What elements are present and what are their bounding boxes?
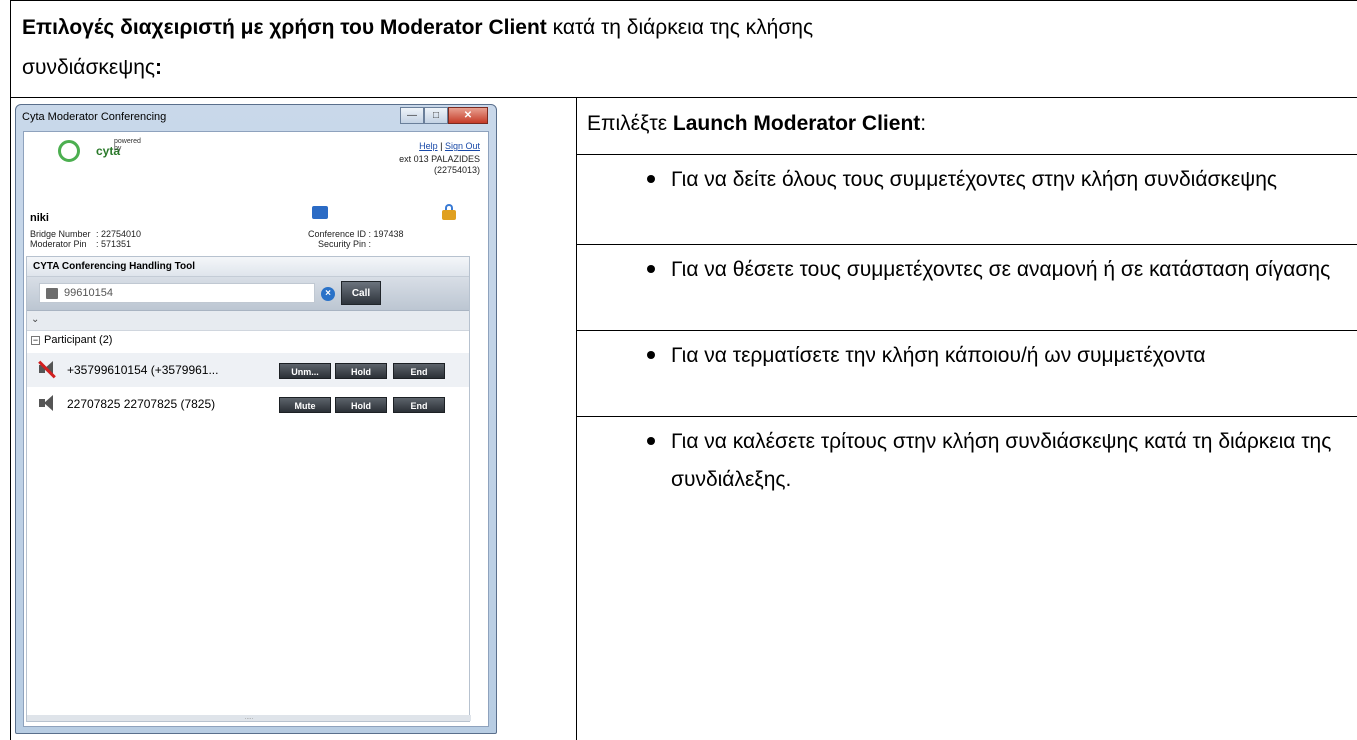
intro-row: Επιλέξτε Launch Moderator Client: (577, 98, 1357, 155)
group-label: Participant (2) (44, 334, 113, 346)
end-button[interactable]: End (393, 397, 445, 413)
header-text: κατά τη διάρκεια της κλήσης (546, 16, 814, 39)
hold-button[interactable]: Hold (335, 397, 387, 413)
chevron-down-icon[interactable]: ⌄ (31, 314, 39, 325)
bullet-dot (647, 265, 655, 273)
end-button[interactable]: End (393, 363, 445, 379)
participant-group[interactable]: − Participant (2) (27, 331, 469, 353)
bullet-item: Για να δείτε όλους τους συμμετέχοντες στ… (577, 155, 1357, 245)
close-button[interactable]: ✕ (448, 107, 488, 124)
window-title: Cyta Moderator Conferencing (22, 111, 167, 123)
moderator-window: Cyta Moderator Conferencing — □ ✕ powere… (15, 104, 497, 734)
bridge-label: Bridge Number (30, 229, 91, 239)
cyta-logo: powered by cyta (58, 138, 141, 162)
window-controls: — □ ✕ (400, 107, 488, 124)
participant-row: 22707825 22707825 (7825) Mute Hold End (27, 387, 469, 421)
chat-icon[interactable] (312, 206, 328, 219)
dial-bar: 99610154 × Call (27, 277, 469, 311)
handling-tool-panel: CYTA Conferencing Handling Tool 99610154… (26, 256, 471, 722)
bullet-item: Για να τερματίσετε την κλήση κάποιου/ή ω… (577, 331, 1357, 417)
bridge-info: Bridge Number : 22754010 Moderator Pin : 5… (30, 229, 141, 249)
collapse-icon[interactable]: − (31, 336, 40, 345)
dial-input[interactable]: 99610154 (39, 283, 315, 303)
header-colon: : (155, 56, 163, 79)
header-text-line2: συνδιάσκεψης (22, 56, 156, 79)
bullet-dot (647, 351, 655, 359)
bullet-text: Για να θέσετε τους συμμετέχοντες σε αναμ… (671, 258, 1331, 281)
window-body: powered by cyta Help | Sign Out ext 013 … (23, 131, 489, 727)
extension-info: ext 013 PALAZIDES (22754013) (399, 154, 480, 176)
bullet-text: Για να καλέσετε τρίτους στην κλήση συνδι… (671, 430, 1332, 491)
intro-prefix: Επιλέξτε (587, 112, 673, 135)
collapse-toggle[interactable]: ⌄ (27, 311, 469, 331)
intro-bold: Launch Moderator Client (672, 112, 921, 135)
help-link[interactable]: Help (419, 141, 438, 151)
lock-icon[interactable] (442, 204, 456, 220)
instructions-column: Επιλέξτε Launch Moderator Client: Για να… (577, 98, 1357, 740)
phonebook-icon[interactable] (46, 288, 58, 299)
bridge-value: : 22754010 (96, 229, 142, 239)
ext-line: ext 013 PALAZIDES (399, 154, 480, 164)
logo-ring-icon (58, 140, 80, 162)
bullet-dot (647, 175, 655, 183)
document-header: Επιλογές διαχειριστή με χρήση του Modera… (10, 0, 1357, 98)
powered-by: powered by (114, 138, 141, 152)
minimize-button[interactable]: — (400, 107, 424, 124)
conf-id-label: Conference ID (307, 229, 366, 239)
resize-grip[interactable]: ..... (27, 715, 471, 721)
ext-number: (22754013) (433, 165, 480, 175)
mod-pin-value: : 571351 (96, 239, 132, 249)
bullet-item: Για να θέσετε τους συμμετέχοντες σε αναμ… (577, 245, 1357, 331)
conference-info: Conference ID : 197438 Security Pin : (296, 229, 404, 249)
muted-speaker-icon (38, 360, 56, 379)
conf-id-value: : 197438 (368, 229, 404, 239)
bullet-item: Για να καλέσετε τρίτους στην κλήση συνδι… (577, 417, 1357, 499)
hold-button[interactable]: Hold (335, 363, 387, 379)
clear-icon[interactable]: × (321, 287, 335, 301)
mute-button[interactable]: Mute (279, 397, 331, 413)
user-name: niki (30, 212, 49, 224)
lock-body (442, 210, 456, 220)
dial-value: 99610154 (64, 287, 113, 299)
maximize-button[interactable]: □ (424, 107, 448, 124)
tool-title: CYTA Conferencing Handling Tool (27, 257, 469, 277)
speaker-icon (39, 395, 53, 411)
header-links: Help | Sign Out (419, 140, 480, 152)
intro-suffix: : (920, 112, 927, 135)
bullet-text: Για να τερματίσετε την κλήση κάποιου/ή ω… (671, 344, 1206, 367)
sec-pin-label: Security Pin (317, 239, 366, 249)
sign-out-link[interactable]: Sign Out (445, 141, 480, 151)
link-separator: | (440, 141, 443, 151)
sec-pin-value: : (368, 239, 372, 249)
bullet-text: Για να δείτε όλους τους συμμετέχοντες στ… (671, 168, 1278, 191)
call-button[interactable]: Call (341, 281, 381, 305)
header-bold-text: Επιλογές διαχειριστή με χρήση του Modera… (22, 16, 547, 39)
participant-row: +35799610154 (+3579961... Unm... Hold En… (27, 353, 469, 387)
bullet-dot (647, 437, 655, 445)
mod-pin-label: Moderator Pin (30, 239, 87, 249)
unmute-button[interactable]: Unm... (279, 363, 331, 379)
participant-name: +35799610154 (+3579961... (67, 363, 219, 377)
participant-name: 22707825 22707825 (7825) (67, 397, 216, 411)
